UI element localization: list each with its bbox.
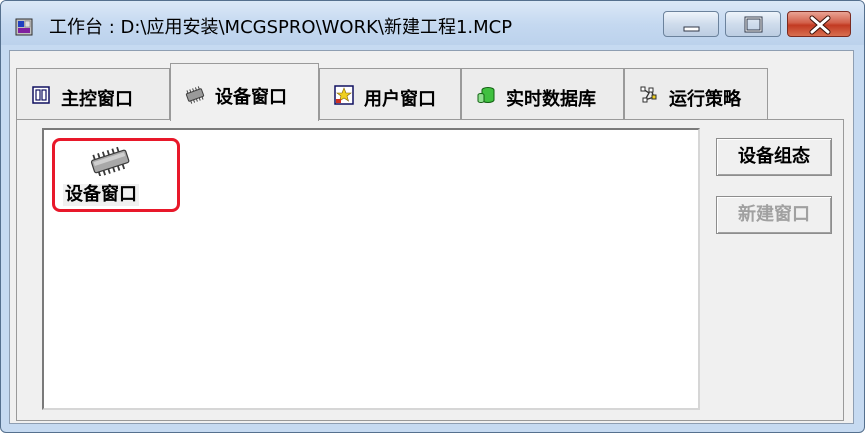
device-list-view[interactable]: 设备窗口 <box>42 128 700 410</box>
app-icon <box>15 18 33 36</box>
tab-label: 用户窗口 <box>364 89 436 110</box>
user-window-icon <box>334 85 354 105</box>
close-button[interactable] <box>787 11 851 37</box>
tab-label: 实时数据库 <box>506 89 596 110</box>
new-window-button[interactable]: 新建窗口 <box>716 196 832 234</box>
tab-main-window[interactable]: 主控窗口 <box>16 68 170 120</box>
database-icon <box>477 87 495 103</box>
tab-label: 设备窗口 <box>215 87 287 108</box>
minimize-icon <box>683 26 700 32</box>
device-configure-button[interactable]: 设备组态 <box>716 138 832 176</box>
device-window-item[interactable]: 设备窗口 <box>52 138 180 212</box>
workbench-window: 工作台 : D:\应用安装\MCGSPRO\WORK\新建工程1.MCP 主控窗… <box>0 0 865 433</box>
tab-label: 运行策略 <box>669 89 741 110</box>
maximize-button[interactable] <box>725 11 781 37</box>
main-window-icon <box>32 86 50 104</box>
tab-realtime-database[interactable]: 实时数据库 <box>461 68 624 120</box>
close-icon <box>809 15 831 35</box>
minimize-button[interactable] <box>663 11 719 37</box>
client-area: 主控窗口 设备窗口 用户窗口 实时数据库 运行策略 设备窗口 设备组态 新建窗口 <box>9 50 854 424</box>
device-chip-icon <box>185 86 205 104</box>
tab-run-strategy[interactable]: 运行策略 <box>624 68 768 120</box>
window-title: 工作台 : D:\应用安装\MCGSPRO\WORK\新建工程1.MCP <box>49 17 513 38</box>
tab-user-window[interactable]: 用户窗口 <box>319 68 461 120</box>
maximize-icon <box>744 16 763 33</box>
tab-label: 主控窗口 <box>61 89 133 110</box>
strategy-icon <box>640 86 657 103</box>
device-chip-icon <box>90 146 130 176</box>
tab-device-window[interactable]: 设备窗口 <box>170 63 319 121</box>
title-bar[interactable]: 工作台 : D:\应用安装\MCGSPRO\WORK\新建工程1.MCP <box>1 1 864 45</box>
device-window-panel: 设备窗口 设备组态 新建窗口 <box>16 119 844 421</box>
item-label: 设备窗口 <box>63 184 139 206</box>
